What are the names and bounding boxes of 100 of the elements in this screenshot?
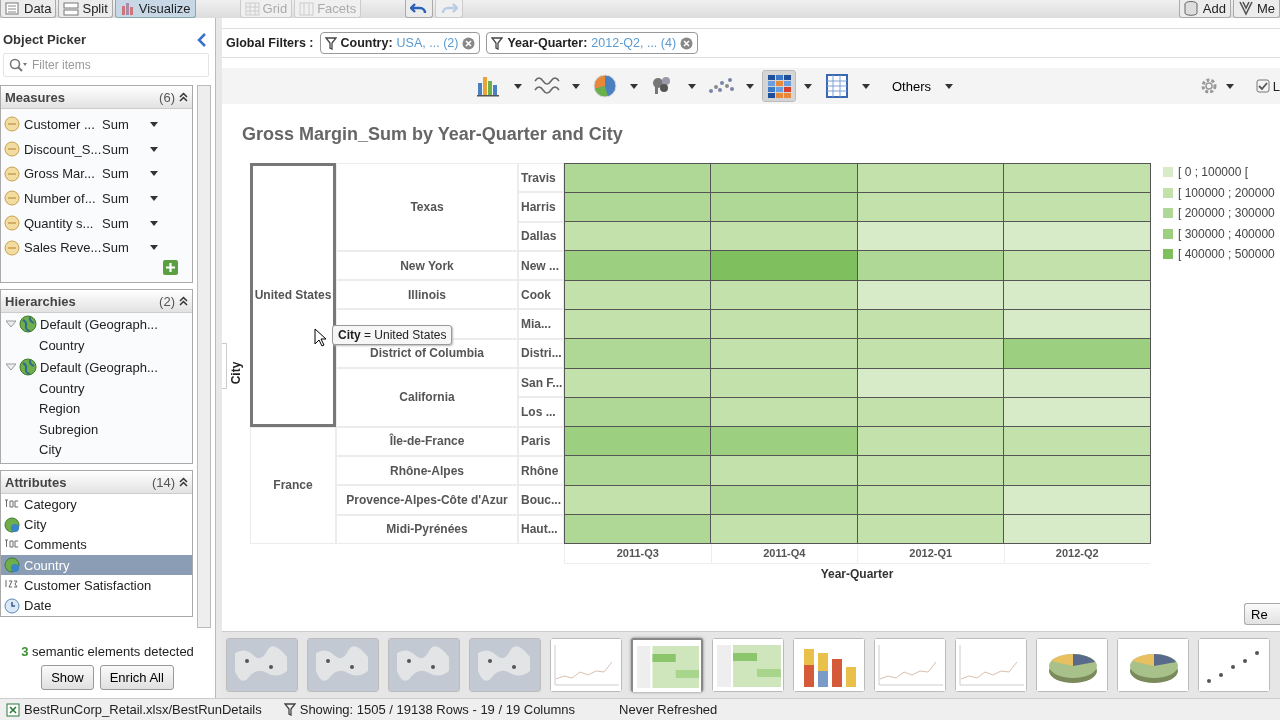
heatmap-cell[interactable] [710, 338, 858, 369]
caret-icon[interactable] [1225, 83, 1234, 89]
heatmap-cell[interactable] [563, 455, 711, 486]
chart-thumbnail[interactable] [307, 638, 379, 692]
caret-icon[interactable] [746, 83, 754, 89]
heatmap-cell[interactable] [1003, 367, 1151, 398]
caret-icon[interactable] [804, 83, 812, 89]
dropdown-caret-icon[interactable] [150, 146, 158, 152]
view-tab[interactable]: Split [58, 0, 113, 18]
heatmap-cell[interactable] [563, 426, 711, 457]
heatmap-cell[interactable] [710, 162, 858, 193]
row-header[interactable]: Los ... [518, 397, 564, 427]
heatmap-cell[interactable] [856, 279, 1004, 310]
hierarchy-level[interactable]: Subregion [1, 418, 192, 440]
heatmap-cell[interactable] [710, 221, 858, 252]
collapse-icon[interactable] [179, 92, 188, 102]
heatmap-cell[interactable] [563, 162, 711, 193]
attribute-item[interactable]: Comments [1, 534, 192, 556]
toolbar-button[interactable]: Add [1178, 0, 1231, 18]
chart-thumbnail[interactable] [550, 638, 622, 692]
attribute-item[interactable]: City [1, 514, 192, 535]
expanded-arrow-icon[interactable] [6, 363, 16, 372]
dropdown-caret-icon[interactable] [150, 195, 158, 201]
heatmap-cell[interactable] [856, 221, 1004, 252]
chart-thumbnail[interactable] [1036, 638, 1108, 692]
hierarchy-level[interactable]: Country [1, 378, 192, 399]
caret-icon[interactable] [630, 83, 638, 89]
heatmap-cell[interactable] [710, 279, 858, 310]
checked-checkbox[interactable] [1255, 79, 1270, 93]
chart-type-button[interactable] [762, 70, 796, 102]
heatmap-cell[interactable] [856, 455, 1004, 486]
hierarchy-item[interactable]: Default (Geograph... [1, 355, 192, 379]
section-header[interactable]: Measures (6) [1, 86, 192, 109]
row-header[interactable]: Midi-Pyrénées [336, 514, 518, 544]
heatmap-cell[interactable] [1003, 455, 1151, 486]
row-header[interactable]: California [336, 368, 518, 427]
row-header[interactable]: New York [336, 250, 518, 281]
hierarchy-level[interactable]: Region [1, 398, 192, 419]
chart-thumbnail[interactable] [712, 638, 784, 692]
heatmap-cell[interactable] [563, 514, 711, 545]
filter-chip[interactable]: Year-Quarter: 2012-Q2, ... (4) [486, 32, 699, 54]
dropdown-caret-icon[interactable] [150, 171, 158, 177]
heatmap-cell[interactable] [1003, 221, 1151, 252]
row-header[interactable]: New ... [518, 250, 564, 281]
dropdown-caret-icon[interactable] [150, 245, 158, 251]
heatmap-cell[interactable] [710, 250, 858, 281]
chart-thumbnail[interactable] [388, 638, 460, 692]
scrollbar[interactable] [197, 85, 211, 628]
row-header[interactable]: Illinois [336, 280, 518, 310]
row-header[interactable]: Bouc... [518, 485, 564, 515]
measure-name[interactable]: Gross Mar... [24, 166, 98, 182]
add-icon[interactable] [163, 260, 178, 276]
dropdown-caret-icon[interactable] [150, 121, 158, 127]
hierarchy-item[interactable]: Default (Geograph... [1, 313, 192, 336]
row-header[interactable]: Rhône-Alpes [336, 455, 518, 486]
heatmap-cell[interactable] [563, 221, 711, 252]
chart-thumbnail[interactable] [793, 638, 865, 692]
measure-name[interactable]: Customer ... [24, 116, 98, 132]
heatmap-cell[interactable] [856, 338, 1004, 369]
section-header[interactable]: Attributes (14) [1, 471, 192, 495]
action-button[interactable]: Enrich All [99, 665, 174, 690]
row-header[interactable]: United States [250, 163, 336, 427]
row-header[interactable]: San F... [518, 368, 564, 398]
attribute-item[interactable]: Category [1, 494, 192, 515]
measure-name[interactable]: Number of... [24, 190, 98, 206]
view-tab[interactable]: Visualize [114, 0, 196, 18]
heatmap-cell[interactable] [710, 367, 858, 398]
heatmap-cell[interactable] [856, 367, 1004, 398]
heatmap-cell[interactable] [1003, 514, 1151, 545]
heatmap-cell[interactable] [1003, 250, 1151, 281]
heatmap-cell[interactable] [710, 426, 858, 457]
row-header[interactable]: Travis [518, 163, 564, 193]
action-button[interactable]: Show [41, 665, 94, 690]
filter-field[interactable]: Filter items [3, 53, 209, 77]
expanded-arrow-icon[interactable] [6, 320, 16, 329]
heatmap-cell[interactable] [856, 250, 1004, 281]
filter-chip[interactable]: Country: USA, ... (2) [319, 32, 481, 54]
attribute-item[interactable]: Date [1, 595, 192, 616]
section-header[interactable]: Hierarchies (2) [1, 290, 192, 313]
chart-thumbnail[interactable] [1117, 638, 1189, 692]
row-header[interactable]: Île-de-France [336, 426, 518, 456]
heatmap-cell[interactable] [1003, 162, 1151, 193]
heatmap-cell[interactable] [710, 514, 858, 545]
row-header[interactable]: Texas [336, 163, 518, 251]
row-header[interactable]: Haut... [518, 514, 564, 544]
row-header[interactable]: Rhône [518, 455, 564, 486]
heatmap-cell[interactable] [856, 162, 1004, 193]
row-header[interactable]: France [250, 426, 336, 544]
caret-icon[interactable] [572, 83, 580, 89]
undo-button[interactable] [405, 0, 434, 18]
chart-thumbnail[interactable] [631, 638, 703, 692]
reset-button[interactable]: Re [1244, 603, 1280, 625]
row-header[interactable]: Distri... [518, 338, 564, 369]
row-header[interactable]: Dallas [518, 221, 564, 251]
collapse-icon[interactable] [179, 477, 188, 488]
dropdown-caret-icon[interactable] [150, 220, 158, 226]
others-menu[interactable]: Others [886, 77, 937, 95]
caret-icon[interactable] [514, 83, 522, 89]
heatmap-cell[interactable] [1003, 426, 1151, 457]
row-header[interactable]: Paris [518, 426, 564, 456]
